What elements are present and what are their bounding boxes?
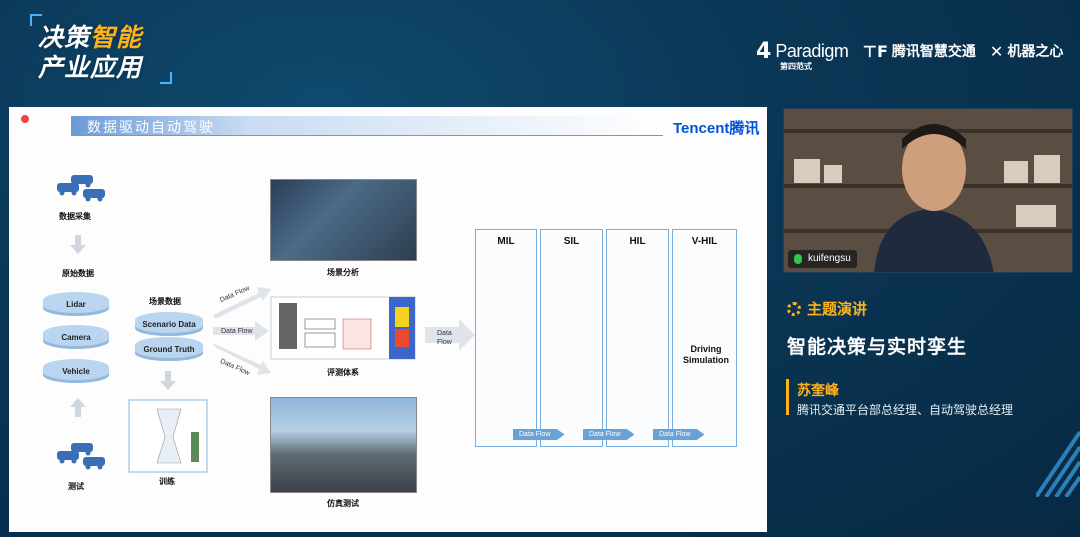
speaker-accent-bar bbox=[786, 379, 789, 415]
data-flow-arrow-mid: Data Flow bbox=[221, 328, 253, 335]
sim-test-label: 仿真测试 bbox=[327, 499, 359, 508]
stage-vhil: V-HIL bbox=[672, 229, 737, 447]
keynote-ring-icon bbox=[787, 301, 801, 316]
driving-simulation-label: Driving Simulation bbox=[682, 344, 729, 365]
stage-sil: SIL bbox=[540, 229, 603, 447]
talk-title: 智能决策与实时孪生 bbox=[787, 337, 968, 358]
stage-mil: MIL bbox=[475, 229, 537, 447]
paradigm-logo: 4 Paradigm 第四范式 bbox=[756, 38, 849, 71]
training-label: 训练 bbox=[159, 477, 175, 486]
paradigm-mark-icon: 4 bbox=[756, 38, 772, 64]
decorative-stripes bbox=[1036, 430, 1080, 497]
tencent-mark-icon: ⊤F bbox=[862, 41, 888, 61]
test-label: 测试 bbox=[68, 482, 84, 491]
vehicle-store: Vehicle bbox=[43, 359, 109, 383]
stage-hil: HIL bbox=[606, 229, 669, 447]
scene-analysis-image bbox=[270, 179, 417, 261]
speaker-video-frame bbox=[784, 109, 1072, 272]
data-flow-bottom-1: Data Flow bbox=[513, 429, 565, 440]
scene-analysis-label: 场景分析 bbox=[327, 268, 359, 277]
raw-data-label: 原始数据 bbox=[62, 269, 94, 278]
scene-data-label: 场景数据 bbox=[149, 297, 181, 306]
speaker-role: 腾讯交通平台部总经理、自动驾驶总经理 bbox=[797, 403, 1014, 417]
event-title-line2: 产业应用 bbox=[38, 53, 143, 82]
lidar-store: Lidar bbox=[43, 292, 109, 316]
data-collection-label: 数据采集 bbox=[59, 212, 91, 221]
data-flow-bottom-2: Data Flow bbox=[583, 429, 635, 440]
scenario-data-store: Scenario Data bbox=[135, 312, 203, 336]
keynote-label: 主题演讲 bbox=[787, 298, 867, 319]
event-logo: 决策智能 产业应用 bbox=[30, 14, 180, 84]
simulation-test-image bbox=[270, 397, 417, 493]
ground-truth-store: Ground Truth bbox=[135, 337, 203, 361]
data-flow-arrow-stages: Data Flow bbox=[437, 330, 452, 346]
eval-system-label: 评测体系 bbox=[327, 368, 359, 377]
logo-bracket-bottom-right bbox=[160, 72, 172, 84]
participant-name-tag: kuifengsu bbox=[788, 250, 857, 268]
jiqizhixin-logo: ✕ 机器之心 bbox=[989, 41, 1064, 61]
camera-store: Camera bbox=[43, 325, 109, 349]
speaker-video: kuifengsu bbox=[783, 108, 1073, 273]
car-cluster-top-icon bbox=[57, 175, 105, 202]
jqzx-mark-icon: ✕ bbox=[989, 41, 1004, 61]
data-flow-bottom-3: Data Flow bbox=[653, 429, 705, 440]
presentation-slide: 数据驱动自动驾驶 Tencent腾讯 数据采集 原始数据 Lidar Camer… bbox=[9, 107, 767, 532]
sponsor-logos: 4 Paradigm 第四范式 ⊤F 腾讯智慧交通 ✕ 机器之心 bbox=[756, 34, 1076, 71]
car-cluster-bottom-icon bbox=[57, 443, 105, 470]
tencent-transport-logo: ⊤F 腾讯智慧交通 bbox=[862, 41, 976, 61]
speaker-name: 苏奎峰 bbox=[797, 382, 839, 398]
microphone-icon bbox=[794, 254, 802, 264]
